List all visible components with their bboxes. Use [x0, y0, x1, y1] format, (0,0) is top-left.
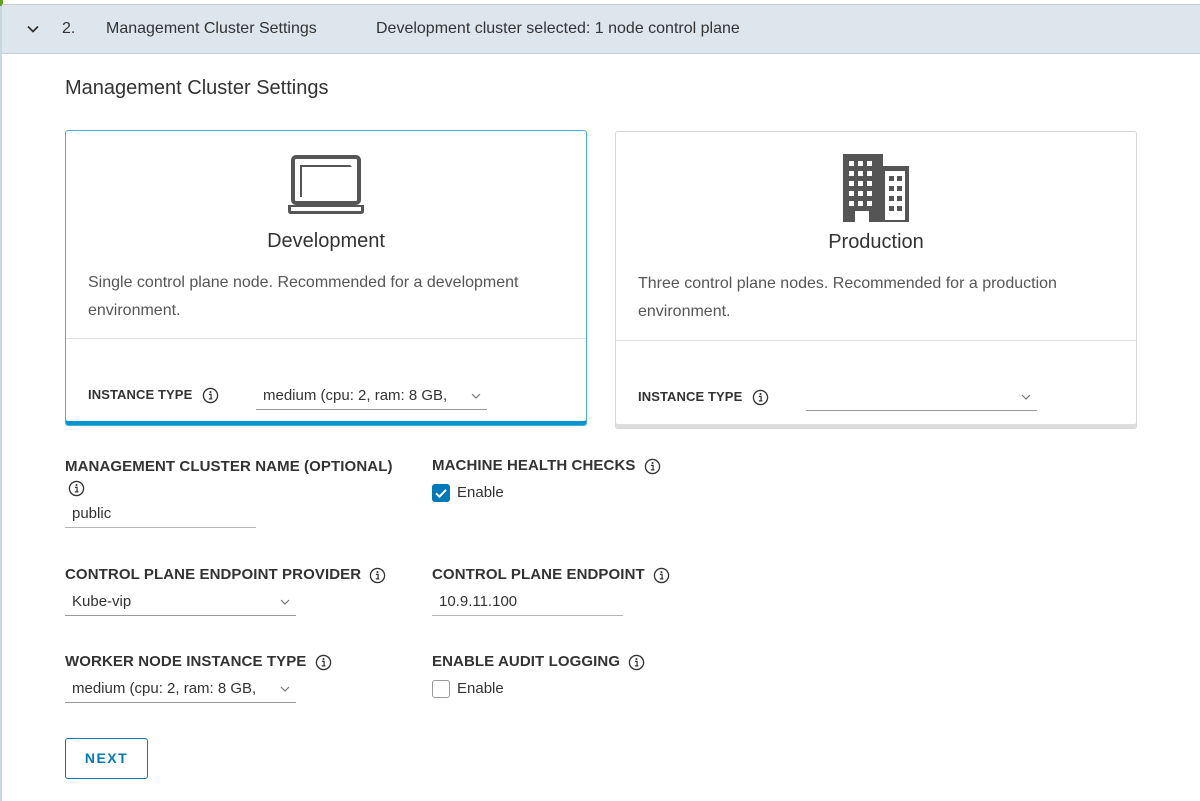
endpoint-provider-value: Kube-vip: [72, 593, 132, 610]
production-card[interactable]: Production Three control plane nodes. Re…: [615, 131, 1137, 429]
info-icon[interactable]: [644, 458, 661, 475]
endpoint-provider-label-text: CONTROL PLANE ENDPOINT PROVIDER: [65, 566, 362, 583]
audit-logging-option[interactable]: Enable: [457, 680, 504, 697]
endpoint-provider-select[interactable]: Kube-vip: [65, 588, 296, 616]
instance-type-label: INSTANCE TYPE: [88, 387, 219, 404]
info-icon[interactable]: [628, 654, 645, 671]
development-title: Development: [267, 230, 385, 252]
cluster-name-label-text: MANAGEMENT CLUSTER NAME (OPTIONAL): [65, 458, 393, 475]
audit-logging-checkbox[interactable]: [432, 680, 450, 698]
instance-type-label: INSTANCE TYPE: [638, 389, 769, 406]
info-icon[interactable]: [202, 387, 219, 404]
step-number: 2.: [62, 20, 76, 37]
development-instance-type-select[interactable]: medium (cpu: 2, ram: 8 GB,: [256, 382, 487, 410]
instance-type-label-text: INSTANCE TYPE: [88, 387, 193, 402]
development-description: Single control plane node. Recommended f…: [88, 274, 519, 319]
development-instance-type-value: medium (cpu: 2, ram: 8 GB,: [263, 387, 448, 404]
chevron-down-icon: [280, 686, 290, 692]
machine-health-checks-label-text: MACHINE HEALTH CHECKS: [432, 457, 636, 474]
chevron-down-icon[interactable]: [26, 22, 40, 36]
production-title: Production: [828, 231, 924, 253]
machine-health-checks-option[interactable]: Enable: [457, 484, 504, 501]
chevron-down-icon: [471, 393, 481, 399]
endpoint-input[interactable]: 10.9.11.100: [432, 588, 623, 616]
worker-instance-type-label-text: WORKER NODE INSTANCE TYPE: [65, 653, 307, 670]
next-button[interactable]: NEXT: [65, 738, 148, 779]
endpoint-label: CONTROL PLANE ENDPOINT: [432, 566, 670, 584]
worker-instance-type-select[interactable]: medium (cpu: 2, ram: 8 GB,: [65, 675, 296, 703]
info-icon[interactable]: [653, 567, 670, 584]
info-icon[interactable]: [68, 480, 85, 497]
audit-logging-label: ENABLE AUDIT LOGGING: [432, 653, 645, 671]
step-title: Management Cluster Settings: [106, 20, 317, 37]
worker-instance-type-label: WORKER NODE INSTANCE TYPE: [65, 653, 332, 671]
info-icon[interactable]: [315, 654, 332, 671]
chevron-down-icon: [280, 599, 290, 605]
cluster-name-input[interactable]: public: [65, 500, 256, 528]
laptop-icon: [288, 155, 364, 214]
info-icon[interactable]: [369, 567, 386, 584]
instance-type-label-text: INSTANCE TYPE: [638, 389, 743, 404]
checkmark-icon: [435, 489, 447, 499]
production-description: Three control plane nodes. Recommended f…: [638, 275, 1057, 320]
step-summary: Development cluster selected: 1 node con…: [376, 20, 740, 37]
endpoint-provider-label: CONTROL PLANE ENDPOINT PROVIDER: [65, 566, 386, 584]
audit-logging-label-text: ENABLE AUDIT LOGGING: [432, 653, 621, 670]
card-divider: [66, 338, 586, 339]
info-icon[interactable]: [752, 389, 769, 406]
worker-instance-type-value: medium (cpu: 2, ram: 8 GB,: [72, 680, 257, 697]
section-title: Management Cluster Settings: [65, 77, 329, 99]
production-instance-type-select[interactable]: [806, 383, 1037, 411]
machine-health-checks-checkbox[interactable]: [432, 484, 450, 502]
machine-health-checks-label: MACHINE HEALTH CHECKS: [432, 457, 661, 475]
step-header[interactable]: 2. Management Cluster Settings Developme…: [2, 4, 1200, 54]
development-card[interactable]: Development Single control plane node. R…: [65, 130, 587, 426]
cluster-name-label: MANAGEMENT CLUSTER NAME (OPTIONAL): [65, 456, 405, 498]
left-rule: [0, 0, 2, 801]
building-icon: [843, 154, 909, 222]
card-divider: [616, 340, 1136, 341]
endpoint-label-text: CONTROL PLANE ENDPOINT: [432, 566, 645, 583]
chevron-down-icon: [1021, 394, 1031, 400]
